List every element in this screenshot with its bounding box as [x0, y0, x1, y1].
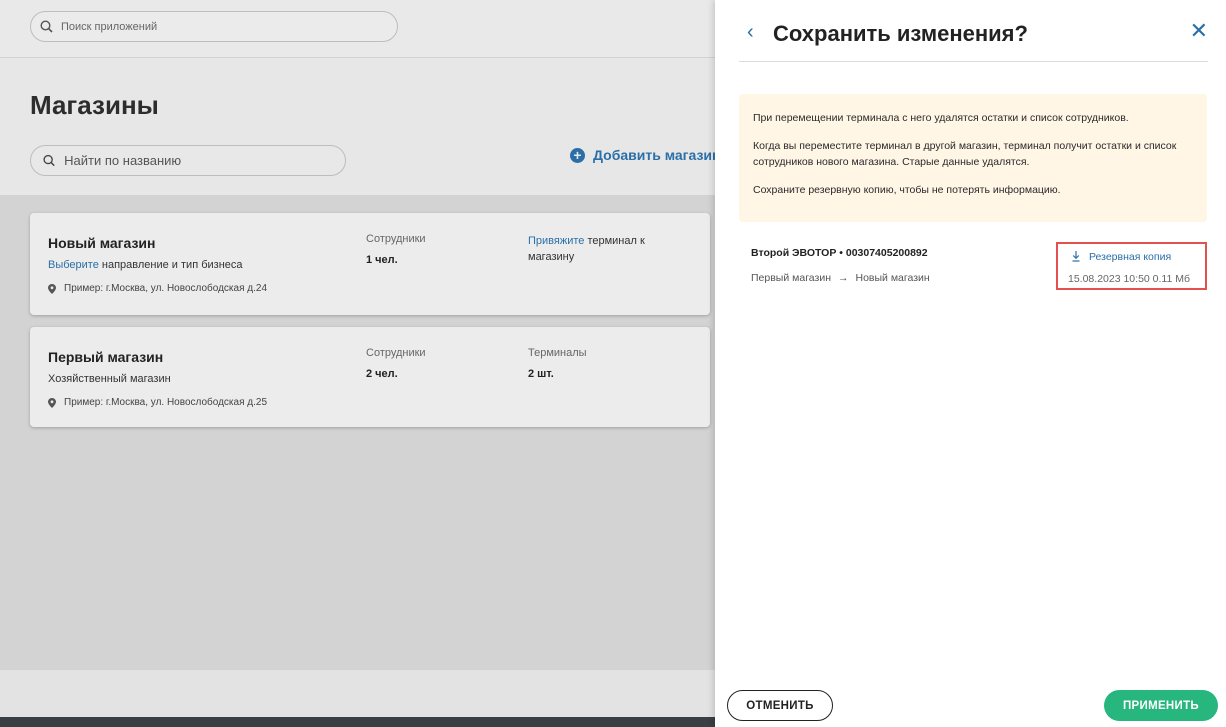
choose-business-link[interactable]: Выберите [48, 259, 99, 271]
store-name: Первый магазин [48, 349, 164, 365]
cancel-button[interactable]: ОТМЕНИТЬ [727, 690, 833, 721]
store-business-text: направление и тип бизнеса [98, 259, 243, 271]
panel-header: ‹ Сохранить изменения? ✕ [739, 0, 1208, 62]
store-search[interactable] [30, 145, 346, 176]
add-store-button[interactable]: + Добавить магазин [570, 147, 720, 163]
close-icon[interactable]: ✕ [1190, 20, 1208, 42]
terminals-value: 2 шт. [528, 368, 554, 380]
search-icon [43, 154, 55, 167]
store-address: Пример: г.Москва, ул. Новослободская д.2… [48, 397, 267, 408]
backup-highlight: Резервная копия 15.08.2023 10:50 0.11 Мб [1056, 242, 1207, 290]
back-chevron-icon[interactable]: ‹ [747, 22, 754, 42]
terminal-name: Второй ЭВОТОР • 00307405200892 [751, 247, 928, 259]
store-address-text: Пример: г.Москва, ул. Новослободская д.2… [64, 283, 268, 294]
app-search-input[interactable] [61, 20, 361, 33]
arrow-right-icon: → [838, 272, 849, 284]
store-business-type: Выберите направление и тип бизнеса [48, 259, 243, 271]
employees-value: 2 чел. [366, 368, 398, 380]
page-title: Магазины [30, 90, 159, 120]
store-address: Пример: г.Москва, ул. Новослободская д.2… [48, 283, 267, 294]
terminal-move: Первый магазин → Новый магазин [751, 272, 930, 284]
warning-text-1: При перемещении терминала с него удалятс… [753, 112, 1129, 124]
warning-text-3: Сохраните резервную копию, чтобы не поте… [753, 184, 1061, 196]
terminals-label: Терминалы [528, 347, 587, 359]
apply-button[interactable]: ПРИМЕНИТЬ [1104, 690, 1218, 721]
terminal-from: Первый магазин [751, 272, 831, 284]
terminal-to: Новый магазин [855, 272, 930, 284]
add-store-label: Добавить магазин [593, 147, 721, 163]
attach-terminal-link[interactable]: Привяжите [528, 235, 584, 247]
warning-box: При перемещении терминала с него удалятс… [739, 94, 1207, 222]
download-icon [1072, 251, 1080, 262]
store-card[interactable]: Новый магазин Выберите направление и тип… [30, 213, 710, 315]
save-changes-panel: ‹ Сохранить изменения? ✕ При перемещении… [715, 0, 1226, 727]
backup-label: Резервная копия [1089, 251, 1172, 263]
store-name: Новый магазин [48, 235, 156, 251]
terminal-link-text: Привяжите терминал к магазину [528, 233, 668, 265]
location-pin-icon [48, 283, 56, 294]
employees-value: 1 чел. [366, 254, 398, 266]
backup-meta: 15.08.2023 10:50 0.11 Мб [1068, 273, 1190, 285]
warning-text-2: Когда вы переместите терминал в другой м… [753, 140, 1177, 168]
store-card[interactable]: Первый магазин Хозяйственный магазин При… [30, 327, 710, 427]
panel-title: Сохранить изменения? [773, 21, 1028, 46]
plus-icon: + [570, 147, 585, 163]
backup-download-link[interactable]: Резервная копия [1072, 251, 1171, 263]
location-pin-icon [48, 397, 56, 408]
app-search[interactable] [30, 11, 398, 42]
store-address-text: Пример: г.Москва, ул. Новослободская д.2… [64, 397, 268, 408]
store-search-input[interactable] [64, 153, 345, 168]
search-icon [40, 20, 53, 33]
store-business-type: Хозяйственный магазин [48, 373, 171, 385]
employees-label: Сотрудники [366, 233, 426, 245]
employees-label: Сотрудники [366, 347, 426, 359]
